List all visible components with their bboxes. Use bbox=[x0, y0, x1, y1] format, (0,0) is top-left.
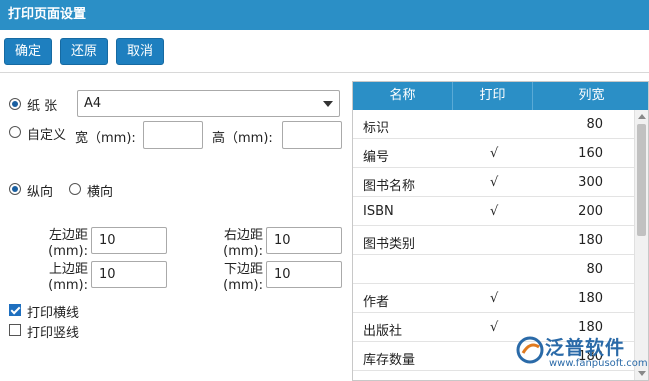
table-row[interactable]: 80 bbox=[353, 255, 635, 284]
table-row[interactable]: 图书类别 180 bbox=[353, 226, 635, 255]
right-margin-label: 右边距 (mm): bbox=[223, 228, 263, 259]
width-label: 宽（mm): bbox=[75, 131, 136, 146]
grid-header-print[interactable]: 打印 bbox=[453, 82, 533, 110]
paper-size-radio[interactable] bbox=[9, 98, 21, 110]
cell-name: 作者 bbox=[363, 295, 390, 310]
cell-print: √ bbox=[490, 146, 499, 161]
toolbar: 确定 还原 取消 bbox=[0, 30, 649, 73]
grid-header-name[interactable]: 名称 bbox=[353, 82, 453, 110]
cell-width: 300 bbox=[578, 175, 603, 190]
cell-name: 出版社 bbox=[363, 324, 403, 339]
left-margin-input[interactable]: 10 bbox=[91, 227, 167, 254]
cell-width: 200 bbox=[578, 204, 603, 219]
table-row[interactable]: ISBN √ 200 bbox=[353, 197, 635, 226]
grid-header: 名称 打印 列宽 bbox=[353, 82, 648, 110]
cell-width: 80 bbox=[586, 262, 603, 277]
width-input[interactable] bbox=[143, 121, 203, 149]
cell-print: √ bbox=[490, 291, 499, 306]
scroll-up-icon[interactable] bbox=[638, 114, 646, 119]
cancel-button[interactable]: 取消 bbox=[116, 38, 164, 65]
bottom-margin-label: 下边距 (mm): bbox=[223, 262, 263, 293]
scroll-thumb[interactable] bbox=[637, 124, 646, 236]
portrait-label: 纵向 bbox=[27, 185, 54, 200]
restore-button[interactable]: 还原 bbox=[60, 38, 108, 65]
window-title: 打印页面设置 bbox=[0, 0, 649, 30]
height-input[interactable] bbox=[282, 121, 342, 149]
table-row[interactable]: 编号 √ 160 bbox=[353, 139, 635, 168]
brand-name: 泛普软件 bbox=[545, 337, 626, 359]
bottom-margin-input[interactable]: 10 bbox=[266, 261, 342, 288]
paper-size-label: 纸 张 bbox=[27, 99, 58, 114]
cell-name: 图书名称 bbox=[363, 179, 416, 194]
cell-name: 标识 bbox=[363, 121, 390, 136]
paper-size-select[interactable]: A4 bbox=[77, 90, 340, 117]
cell-name: 编号 bbox=[363, 150, 390, 165]
top-margin-input[interactable]: 10 bbox=[91, 261, 167, 288]
right-margin-input[interactable]: 10 bbox=[266, 227, 342, 254]
cell-name: 图书类别 bbox=[363, 237, 416, 252]
table-row[interactable]: 作者 √ 180 bbox=[353, 284, 635, 313]
cell-print: √ bbox=[490, 204, 499, 219]
height-label: 高（mm): bbox=[212, 131, 273, 146]
top-margin-label: 上边距 (mm): bbox=[48, 262, 88, 293]
cell-name: ISBN bbox=[363, 204, 394, 219]
landscape-label: 横向 bbox=[87, 185, 114, 200]
brand-logo-icon bbox=[516, 336, 544, 364]
grid-header-width[interactable]: 列宽 bbox=[533, 82, 648, 110]
table-row[interactable]: 图书名称 √ 300 bbox=[353, 168, 635, 197]
cell-width: 160 bbox=[578, 146, 603, 161]
portrait-radio[interactable] bbox=[9, 183, 21, 195]
cell-name: 库存数量 bbox=[363, 353, 416, 368]
custom-size-label: 自定义 bbox=[27, 128, 67, 143]
chevron-down-icon bbox=[323, 101, 333, 107]
cell-print: √ bbox=[490, 320, 499, 335]
cell-print: √ bbox=[490, 175, 499, 190]
left-margin-label: 左边距 (mm): bbox=[48, 228, 88, 259]
print-hlines-label: 打印横线 bbox=[27, 306, 80, 321]
print-vlines-checkbox[interactable] bbox=[9, 324, 21, 336]
paper-size-value: A4 bbox=[84, 96, 102, 111]
cell-width: 180 bbox=[578, 291, 603, 306]
cell-width: 80 bbox=[586, 117, 603, 132]
custom-size-radio[interactable] bbox=[9, 126, 21, 138]
confirm-button[interactable]: 确定 bbox=[4, 38, 52, 65]
table-row[interactable]: 标识 80 bbox=[353, 110, 635, 139]
print-vlines-label: 打印竖线 bbox=[27, 326, 80, 341]
brand-watermark: 泛普软件 www.fanpusoft.com bbox=[515, 333, 648, 377]
print-hlines-checkbox[interactable] bbox=[9, 304, 21, 316]
cell-width: 180 bbox=[578, 233, 603, 248]
brand-url: www.fanpusoft.com bbox=[549, 358, 648, 369]
landscape-radio[interactable] bbox=[69, 183, 81, 195]
